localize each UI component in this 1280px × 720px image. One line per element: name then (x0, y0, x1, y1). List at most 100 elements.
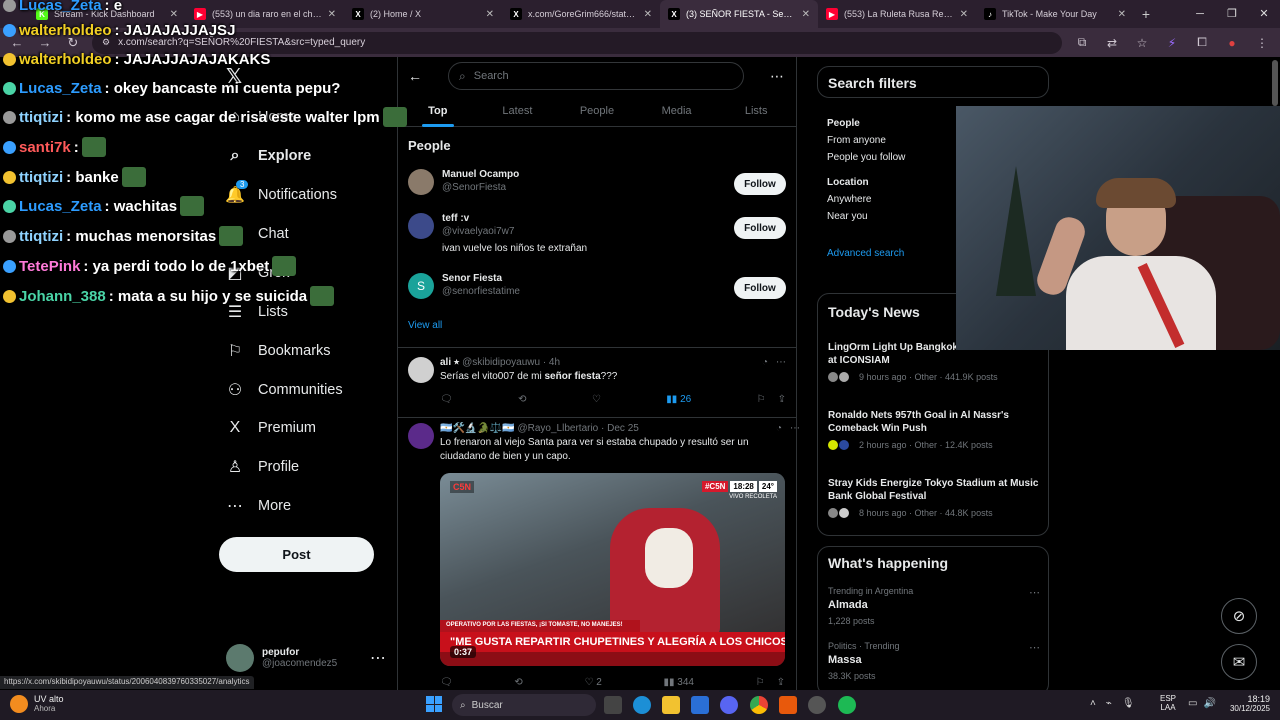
browser-tab[interactable]: X (3) SEÑOR FIESTA - Search / X ✕ (660, 0, 818, 28)
extension-icon[interactable]: ⚡ (1162, 36, 1182, 50)
browser-tab[interactable]: ▶ (553) La Ruleta Rusa Real Que ✕ (818, 0, 976, 28)
bookmark-star-icon[interactable]: ☆ (1132, 36, 1152, 50)
more-icon[interactable]: ⋯ (1029, 586, 1040, 599)
tweet-video[interactable]: C5N #C5N 18:28 24° VIVO RECOLETA OPERATI… (440, 473, 785, 666)
sidebar-item-premium[interactable]: X Premium (226, 419, 316, 437)
repost-icon[interactable]: ⟲ (518, 394, 526, 405)
bookmark-icon[interactable]: ⚐ (756, 677, 765, 688)
news-item[interactable]: Stray Kids Energize Tokyo Stadium at Mus… (828, 477, 1040, 518)
search-options-icon[interactable]: ⋯ (770, 68, 784, 85)
tweet[interactable]: 🇦🇷🛠️🔬🐊⚖️🇦🇷 @Rayo_Llbertario · Dec 25 Lo … (408, 423, 800, 464)
bookmark-icon[interactable]: ⚐ (757, 394, 766, 405)
trend-item[interactable]: Trending in Argentina Almada 1,228 posts ⋯ (828, 586, 1040, 626)
share-icon[interactable]: ⇪ (777, 677, 785, 688)
more-icon[interactable]: ⋯ (1029, 641, 1040, 654)
tab-people[interactable]: People (557, 97, 637, 126)
like-icon[interactable]: ♡ (592, 394, 601, 405)
tab-latest[interactable]: Latest (478, 97, 558, 126)
views-button[interactable]: ▮▮ 26 (666, 394, 691, 405)
more-icon[interactable]: ⋯ (790, 423, 800, 464)
news-item[interactable]: Ronaldo Nets 957th Goal in Al Nassr's Co… (828, 409, 1040, 450)
sidebar-item-bookmarks[interactable]: ⚐ Bookmarks (226, 342, 331, 360)
extensions-puzzle-icon[interactable]: ⧠ (1192, 35, 1212, 50)
views-button[interactable]: ▮▮ 344 (663, 677, 693, 688)
follow-button[interactable]: Follow (734, 217, 786, 239)
more-icon[interactable]: ⋯ (776, 357, 786, 384)
repost-icon[interactable]: ⟲ (514, 677, 522, 688)
close-window-icon[interactable]: ✕ (1248, 0, 1280, 28)
share-icon[interactable]: ⇪ (778, 394, 786, 405)
language-indicator[interactable]: ESP LAA (1160, 694, 1176, 712)
edge-icon[interactable] (633, 696, 651, 714)
sidebar-item-profile[interactable]: ♙ Profile (226, 458, 299, 476)
steam-icon[interactable] (808, 696, 826, 714)
person-row[interactable]: Manuel Ocampo @SenorFiesta Follow (408, 169, 786, 195)
translate-icon[interactable]: ⇄ (1102, 36, 1122, 50)
tab-top[interactable]: Top (398, 97, 478, 127)
browser-tab[interactable]: Xx.com/GoreGrim666/status/20 ✕ (502, 0, 660, 28)
follow-button[interactable]: Follow (734, 277, 786, 299)
reply-icon[interactable]: 🗨 (440, 677, 453, 688)
sidebar-item-notifications[interactable]: 🔔 Notifications 3 (225, 180, 337, 204)
chat-badge (3, 0, 16, 12)
explorer-icon[interactable] (662, 696, 680, 714)
browser-tab[interactable]: ♪ TikTok - Make Your Day ✕ (976, 0, 1134, 28)
sidebar-item-more[interactable]: ⋯ More (226, 497, 291, 515)
spotify-icon[interactable] (838, 696, 856, 714)
messages-fab-icon[interactable]: ✉ (1221, 644, 1257, 680)
trend-item[interactable]: Politics · Trending Massa 38.3K posts ⋯ (828, 641, 1040, 681)
account-switcher[interactable]: pepufor @joacomendez5 ⋯ (226, 644, 386, 672)
discord-icon[interactable] (720, 696, 738, 714)
display-icon[interactable]: ▭ (1188, 698, 1197, 709)
view-all-link[interactable]: View all (408, 320, 442, 331)
follow-button[interactable]: Follow (734, 173, 786, 195)
grok-icon[interactable]: ◔ (762, 357, 768, 384)
close-tab-icon[interactable]: ✕ (486, 9, 494, 20)
more-icon[interactable]: ⋯ (370, 648, 386, 668)
profile-icon[interactable]: ● (1222, 36, 1242, 50)
person-handle: @SenorFiesta (442, 182, 507, 193)
sidebar-item-explore[interactable]: ⌕ Explore (226, 147, 312, 165)
windows-start-icon[interactable] (426, 696, 442, 712)
taskbar-search[interactable]: ⌕ Buscar (452, 694, 596, 716)
volume-icon[interactable]: 🔊 (1203, 698, 1215, 709)
back-arrow-icon[interactable]: ← (408, 68, 422, 84)
mic-icon[interactable]: 🎙 (1122, 698, 1135, 709)
close-tab-icon[interactable]: ✕ (644, 9, 652, 20)
tab-media[interactable]: Media (637, 97, 717, 126)
grok-icon[interactable]: ◔ (776, 423, 782, 464)
network-icon[interactable]: ⌁ (1106, 698, 1112, 709)
store-icon[interactable] (691, 696, 709, 714)
close-tab-icon[interactable]: ✕ (328, 9, 336, 20)
chrome-icon[interactable] (750, 696, 768, 714)
browser-tab[interactable]: X (2) Home / X ✕ (344, 0, 502, 28)
chat-emote (310, 286, 335, 306)
close-tab-icon[interactable]: ✕ (170, 9, 178, 20)
person-row[interactable]: S Senor Fiesta @senorfiestatime Follow (408, 273, 786, 299)
chat-text: : komo me ase cagar de risa este walter … (66, 108, 380, 126)
new-tab-button[interactable]: + (1134, 6, 1158, 22)
like-button[interactable]: ♡ 2 (584, 677, 601, 688)
tweet[interactable]: ali ⭑ @skibidipoyauwu · 4h Serías el vit… (408, 357, 786, 405)
clock[interactable]: 18:19 30/12/2025 (1222, 694, 1270, 713)
grok-fab-icon[interactable]: ⊘ (1221, 598, 1257, 634)
maximize-icon[interactable]: ❐ (1216, 0, 1248, 28)
task-view-icon[interactable] (604, 696, 622, 714)
tab-lists[interactable]: Lists (716, 97, 796, 126)
menu-icon[interactable]: ⋮ (1252, 36, 1272, 50)
app-icon[interactable] (779, 696, 797, 714)
post-button[interactable]: Post (219, 537, 374, 572)
weather-widget[interactable]: UV alto Ahora (10, 694, 64, 713)
close-tab-icon[interactable]: ✕ (1118, 9, 1126, 20)
cast-icon[interactable]: ⧉ (1072, 35, 1092, 50)
minimize-icon[interactable]: ─ (1184, 0, 1216, 28)
sidebar-item-label: More (258, 498, 292, 514)
sidebar-item-communities[interactable]: ⚇ Communities (226, 381, 343, 399)
close-tab-icon[interactable]: ✕ (802, 9, 810, 20)
scrollbar-thumb[interactable] (1272, 60, 1278, 106)
close-tab-icon[interactable]: ✕ (960, 9, 968, 20)
reply-icon[interactable]: 🗨 (440, 394, 453, 405)
chevron-up-icon[interactable]: ˄ (1090, 698, 1096, 709)
person-row[interactable]: teff :v @vivaelyaoi7w7 ivan vuelve los niñ… (408, 213, 786, 254)
search-input[interactable]: ⌕ Search (448, 62, 744, 90)
